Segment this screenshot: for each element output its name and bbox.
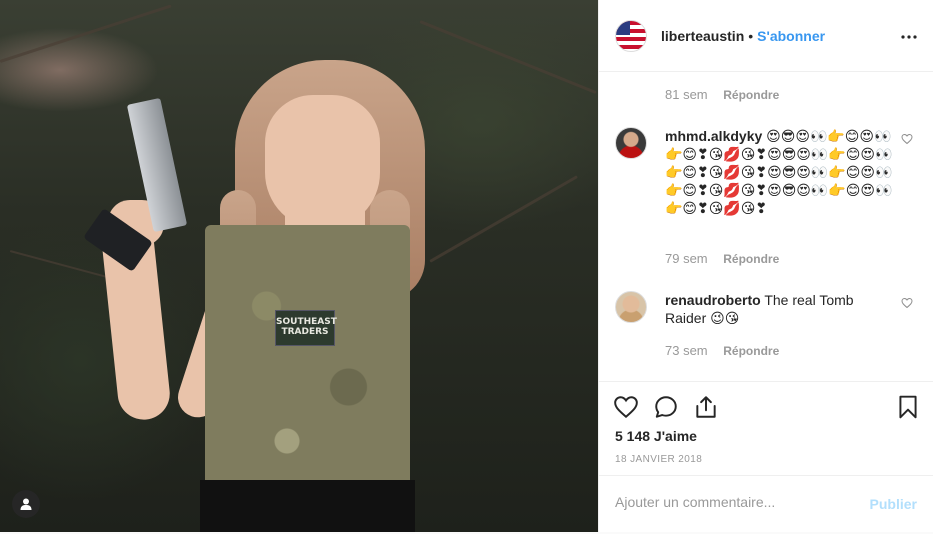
commenter-avatar[interactable] xyxy=(615,291,647,323)
more-icon[interactable] xyxy=(901,28,917,39)
reply-button[interactable]: Répondre xyxy=(723,344,779,358)
post-actions: 5 148 J'aime 18 JANVIER 2018 xyxy=(599,381,933,475)
comment-meta: 79 sem Répondre xyxy=(665,251,779,266)
commenter-username[interactable]: renaudroberto xyxy=(665,292,761,308)
background-branch xyxy=(0,4,172,63)
share-icon[interactable] xyxy=(693,394,719,420)
commenter-avatar[interactable] xyxy=(615,127,647,159)
author-avatar[interactable] xyxy=(615,19,647,52)
add-comment-bar: Publier xyxy=(599,475,933,532)
heart-icon[interactable] xyxy=(901,133,913,145)
bookmark-icon[interactable] xyxy=(895,394,921,420)
follow-button[interactable]: S'abonner xyxy=(757,28,825,44)
comment-body: mhmd.alkdyky 😍😎😍👀👉😊😍👀👉😊❣😘💋😘❣😍😎😍👀👉😊😍👀👉😊❣😘… xyxy=(665,127,897,217)
patch-text-line2: TRADERS xyxy=(281,327,329,337)
comments-list[interactable]: 81 sem Répondre mhmd.alkdyky 😍😎😍👀👉😊😍👀👉😊❣… xyxy=(599,73,933,381)
likes-count[interactable]: 5 148 J'aime xyxy=(615,428,697,444)
publish-button[interactable]: Publier xyxy=(870,496,917,512)
post-photo[interactable]: SOUTHEAST TRADERS xyxy=(0,0,598,532)
comment-body: renaudroberto The real Tomb Raider 😉😘 xyxy=(665,291,897,327)
background-branch xyxy=(419,20,597,95)
comment-meta: 81 sem Répondre xyxy=(665,87,779,102)
post-header: liberteaustin • S'abonner xyxy=(599,0,933,72)
post-date[interactable]: 18 JANVIER 2018 xyxy=(615,454,702,465)
post-side-panel: liberteaustin • S'abonner 81 sem Répondr… xyxy=(598,0,933,532)
heart-icon[interactable] xyxy=(613,394,639,420)
comment-time[interactable]: 73 sem xyxy=(665,343,708,358)
tagged-user-button[interactable] xyxy=(12,490,40,518)
comment-time[interactable]: 81 sem xyxy=(665,87,708,102)
patch-text-line1: SOUTHEAST xyxy=(276,317,337,327)
background-branch xyxy=(429,175,578,263)
reply-button[interactable]: Répondre xyxy=(723,252,779,266)
comment-item: mhmd.alkdyky 😍😎😍👀👉😊😍👀👉😊❣😘💋😘❣😍😎😍👀👉😊😍👀👉😊❣😘… xyxy=(615,127,915,277)
vest-patch: SOUTHEAST TRADERS xyxy=(275,310,337,346)
comment-item: renaudroberto The real Tomb Raider 😉😘 73… xyxy=(615,291,915,371)
commenter-username[interactable]: mhmd.alkdyky xyxy=(665,128,762,144)
separator-dot: • xyxy=(748,27,754,44)
shirt xyxy=(200,480,415,532)
user-icon xyxy=(20,498,32,510)
comment-input[interactable] xyxy=(615,494,845,510)
author-username[interactable]: liberteaustin xyxy=(661,28,744,44)
comment-icon[interactable] xyxy=(653,394,679,420)
comment-meta: 73 sem Répondre xyxy=(665,343,779,358)
reply-button[interactable]: Répondre xyxy=(723,88,779,102)
plate-carrier-vest xyxy=(205,225,410,495)
comment-time[interactable]: 79 sem xyxy=(665,251,708,266)
heart-icon[interactable] xyxy=(901,297,913,309)
